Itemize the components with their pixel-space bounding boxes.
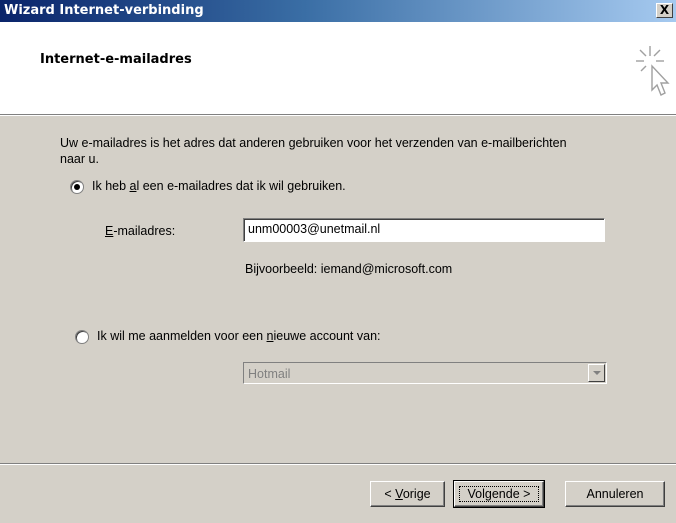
email-field[interactable]: unm00003@unetmail.nl — [243, 218, 605, 242]
provider-select[interactable]: Hotmail — [243, 362, 607, 384]
dropdown-button[interactable] — [588, 364, 605, 382]
focus-ring — [459, 486, 539, 502]
close-icon: X — [659, 3, 670, 17]
wizard-window: Wizard Internet-verbinding X Internet-e-… — [0, 0, 676, 523]
footer-divider — [0, 463, 676, 465]
label-text: -mailadres: — [113, 224, 176, 238]
label-text: ieuwe account van: — [273, 329, 381, 343]
back-button[interactable]: < Vorige — [370, 481, 445, 507]
wizard-header: Internet-e-mailadres — [0, 22, 676, 114]
back-button-label: orige — [402, 487, 431, 501]
radio-new-account[interactable] — [75, 330, 89, 344]
back-button-mnemonic: V — [395, 487, 403, 501]
close-button[interactable]: X — [656, 3, 673, 18]
back-button-prefix: < — [384, 487, 396, 501]
email-field-label: E-mailadres: — [105, 223, 175, 239]
email-field-value: unm00003@unetmail.nl — [248, 222, 381, 236]
label-text: Ik wil me aanmelden voor een — [97, 329, 267, 343]
cancel-button-label: Annuleren — [586, 487, 644, 501]
description-text: Uw e-mailadres is het adres dat anderen … — [60, 136, 567, 166]
title-bar[interactable]: Wizard Internet-verbinding X — [0, 0, 676, 22]
next-button[interactable]: Volgende > — [453, 480, 545, 508]
wizard-cursor-sparkle-icon — [636, 46, 670, 96]
example-hint: Bijvoorbeeld: iemand@microsoft.com — [245, 262, 453, 276]
label-text: l een e-mailadres dat ik wil gebruiken. — [136, 179, 346, 193]
radio-existing-address-label[interactable]: Ik heb al een e-mailadres dat ik wil geb… — [92, 178, 346, 194]
radio-selected-dot — [74, 184, 80, 190]
provider-select-value: Hotmail — [248, 367, 291, 381]
radio-new-account-label[interactable]: Ik wil me aanmelden voor een nieuwe acco… — [97, 328, 381, 344]
cancel-button[interactable]: Annuleren — [565, 481, 665, 507]
header-divider — [0, 114, 676, 116]
radio-existing-address[interactable] — [70, 180, 84, 194]
window-title: Wizard Internet-verbinding — [4, 3, 204, 18]
page-title: Internet-e-mailadres — [40, 52, 192, 67]
chevron-down-icon — [593, 371, 601, 375]
label-text: Ik heb — [92, 179, 130, 193]
